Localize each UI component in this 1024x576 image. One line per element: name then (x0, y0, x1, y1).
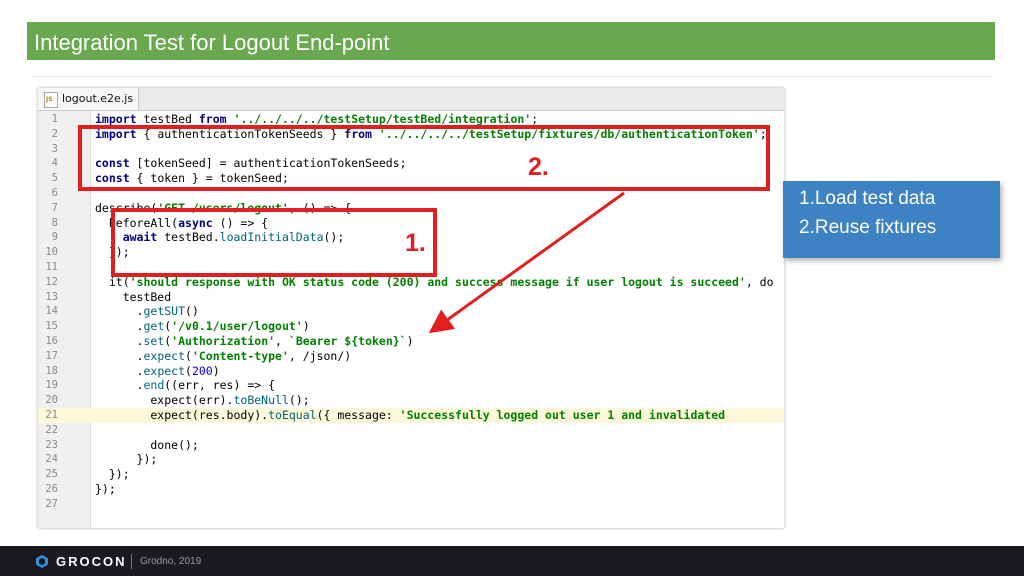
code-line: 23 done(); (38, 438, 784, 453)
editor-tab-file[interactable]: JS logout.e2e.js (38, 88, 139, 110)
line-number: 19 (45, 379, 58, 392)
code-text: }); (95, 467, 130, 482)
callout-line-1: 1.Load test data (799, 188, 936, 209)
line-number: 11 (45, 261, 58, 273)
line-number: 3 (51, 142, 58, 155)
code-line: 14 .getSUT() (38, 304, 784, 319)
code-text: .end((err, res) => { (95, 378, 276, 393)
code-text: done(); (95, 437, 199, 452)
annotation-marker-2: 2. (528, 153, 549, 181)
code-text: testBed (95, 289, 172, 304)
code-line: 18 .expect(200) (38, 364, 784, 379)
code-text: .set('Authorization', `Bearer ${token}`) (95, 334, 414, 348)
line-number: 17 (45, 349, 58, 362)
line-number: 24 (45, 453, 58, 466)
footer-logo-text: GROCON (56, 554, 127, 569)
line-number: 8 (51, 216, 58, 229)
line-number: 27 (45, 497, 58, 510)
title-divider (32, 76, 993, 77)
code-line: 25 }); (38, 467, 784, 482)
slide-title: Integration Test for Logout End-point (34, 30, 390, 55)
line-number: 10 (45, 246, 58, 259)
line-number: 16 (45, 335, 58, 347)
line-number: 6 (51, 187, 58, 199)
slide-title-bar: Integration Test for Logout End-point (27, 22, 995, 60)
code-text: .get('/v0.1/user/logout') (95, 319, 310, 334)
code-text: }); (95, 482, 116, 496)
code-line: 15 .get('/v0.1/user/logout') (38, 319, 784, 334)
line-number: 23 (45, 438, 58, 451)
annotation-marker-1: 1. (405, 229, 426, 257)
line-number: 2 (51, 127, 58, 140)
line-number: 14 (45, 305, 58, 318)
code-text: }); (95, 452, 158, 467)
code-line: 12 it('should response with OK status co… (38, 275, 784, 290)
line-number: 7 (51, 201, 58, 214)
grocon-logo-icon (36, 555, 48, 568)
code-line: 17 .expect('Content-type', /json/) (38, 349, 784, 364)
line-number: 13 (45, 290, 58, 303)
line-number: 20 (45, 394, 58, 407)
js-file-icon: JS (44, 92, 58, 108)
line-number: 18 (45, 364, 58, 377)
footer-subtitle: Grodno, 2019 (140, 556, 202, 567)
line-number: 21 (45, 409, 58, 421)
line-number: 9 (51, 231, 58, 244)
callout-line-2: 2.Reuse fixtures (799, 217, 937, 238)
code-text: it('should response with OK status code … (95, 274, 774, 289)
line-number: 1 (51, 113, 58, 125)
code-text: expect(err).toBeNull(); (95, 393, 310, 408)
code-line: 13 testBed (38, 290, 784, 305)
line-number: 25 (45, 468, 58, 481)
code-text: .expect('Content-type', /json/) (95, 348, 352, 363)
line-number: 5 (51, 172, 58, 185)
code-text: expect(res.body).toEqual({ message: 'Suc… (95, 408, 726, 422)
highlight-box-load-data (111, 208, 437, 277)
highlight-box-fixtures (78, 125, 770, 191)
editor-tab-strip: JS logout.e2e.js (38, 88, 784, 111)
code-line: 19 .end((err, res) => { (38, 378, 784, 393)
code-line: 20 expect(err).toBeNull(); (38, 393, 784, 408)
code-line: 26}); (38, 482, 784, 497)
code-line: 27 (38, 497, 784, 512)
line-number: 26 (45, 483, 58, 495)
line-number: 12 (45, 275, 58, 288)
code-text: .getSUT() (95, 304, 199, 319)
code-line: 24 }); (38, 452, 784, 467)
code-text: .expect(200) (95, 363, 220, 378)
footer-separator (131, 554, 132, 569)
line-number: 22 (45, 423, 58, 436)
code-line: 22 (38, 423, 784, 438)
line-number: 15 (45, 320, 58, 333)
code-line: 21 expect(res.body).toEqual({ message: '… (38, 408, 784, 423)
callout-box: 1.Load test data 2.Reuse fixtures (783, 181, 1000, 258)
slide-footer: GROCON Grodno, 2019 (0, 546, 1024, 576)
code-line: 16 .set('Authorization', `Bearer ${token… (38, 334, 784, 349)
line-number: 4 (51, 157, 58, 170)
editor-tab-label: logout.e2e.js (62, 92, 134, 105)
